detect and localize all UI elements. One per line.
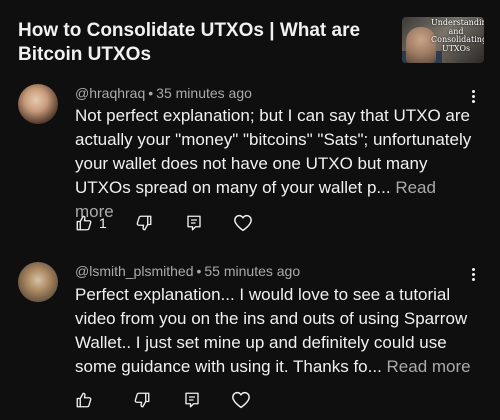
heart-icon <box>233 214 252 232</box>
read-more-link[interactable]: Read more <box>387 357 471 376</box>
meta-separator: • <box>196 263 202 279</box>
comment-meta: @lsmith_plsmithed • 55 minutes ago <box>75 262 300 280</box>
comment-author[interactable]: @lsmith_plsmithed <box>75 263 193 279</box>
comment-time: 35 minutes ago <box>156 85 252 101</box>
reply-button[interactable] <box>183 389 201 411</box>
like-button[interactable] <box>75 389 99 411</box>
heart-button[interactable] <box>233 212 253 234</box>
reply-icon <box>185 392 199 408</box>
comment-time: 55 minutes ago <box>204 263 301 279</box>
dislike-button[interactable] <box>133 389 151 411</box>
comment-author[interactable]: @hraqhraq <box>75 85 145 101</box>
avatar[interactable] <box>18 262 58 302</box>
comment-text: Perfect explanation... I would love to s… <box>75 283 475 379</box>
video-title[interactable]: How to Consolidate UTXOs | What are Bitc… <box>18 19 396 67</box>
reply-icon <box>187 215 201 231</box>
reply-button[interactable] <box>185 212 203 234</box>
thumbs-up-icon <box>76 215 92 231</box>
thumbs-down-icon <box>136 215 152 231</box>
comment-actions: 1 <box>75 212 253 234</box>
video-header: How to Consolidate UTXOs | What are Bitc… <box>0 0 500 74</box>
heart-icon <box>232 391 250 409</box>
like-count: 1 <box>99 215 107 231</box>
comment-actions <box>75 389 251 411</box>
more-vert-icon[interactable] <box>466 86 480 106</box>
dislike-button[interactable] <box>135 212 153 234</box>
comment-meta: @hraqhraq • 35 minutes ago <box>75 84 252 102</box>
like-button[interactable]: 1 <box>75 212 107 234</box>
thumbs-down-icon <box>134 392 150 408</box>
more-vert-icon[interactable] <box>466 264 480 284</box>
meta-separator: • <box>148 85 154 101</box>
comment-text: Not perfect explanation; but I can say t… <box>75 104 475 224</box>
heart-button[interactable] <box>231 389 251 411</box>
avatar[interactable] <box>18 84 58 124</box>
video-thumbnail[interactable]: Understanding and Consolidating UTXOs <box>402 17 484 63</box>
thumbs-up-icon <box>76 392 92 408</box>
thumbnail-text: Understanding and Consolidating UTXOs <box>431 18 484 53</box>
